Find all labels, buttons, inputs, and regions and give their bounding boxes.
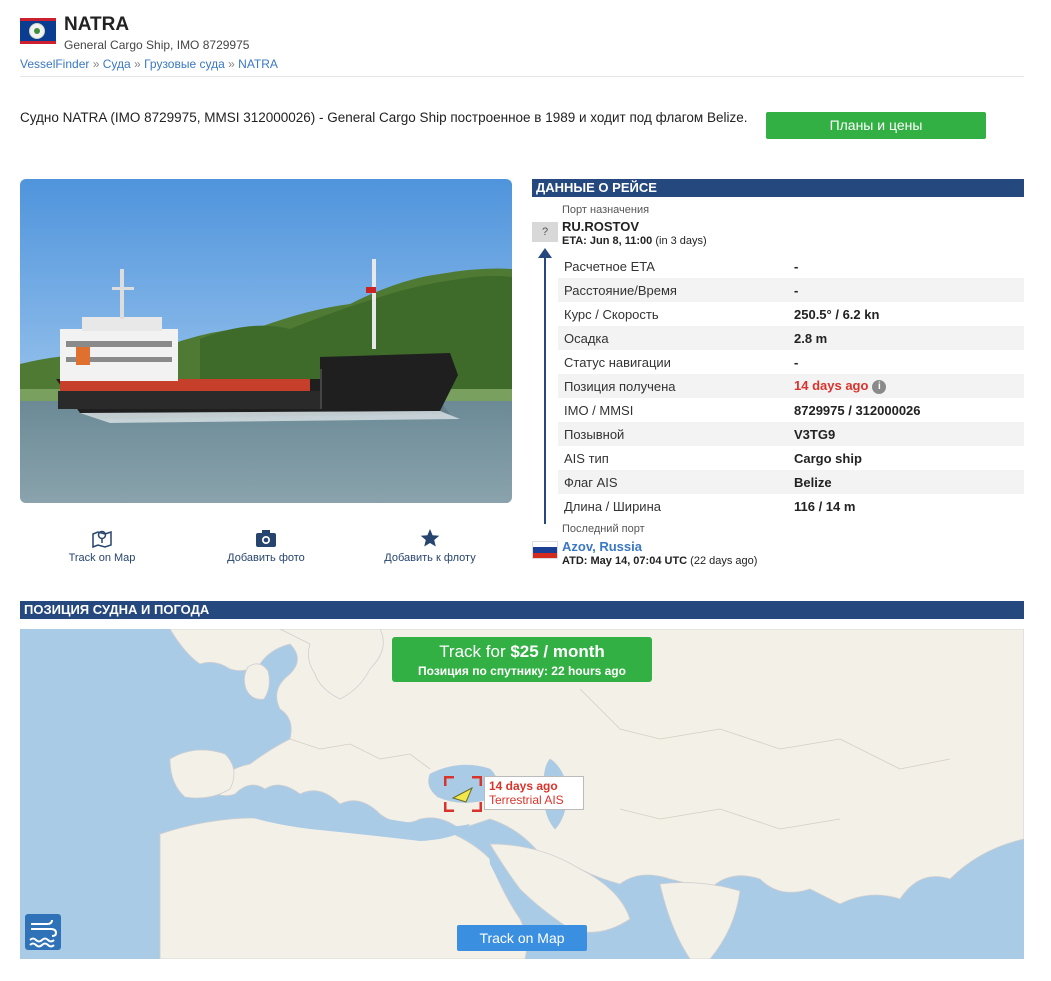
destination-eta: ETA: Jun 8, 11:00 (in 3 days) — [562, 235, 707, 247]
marker-age: 14 days ago — [489, 779, 558, 793]
add-to-fleet-action[interactable]: Добавить к флоту — [370, 528, 490, 564]
breadcrumb: VesselFinder » Суда » Грузовые суда » NA… — [20, 57, 278, 71]
row-label: Осадка — [558, 326, 794, 350]
breadcrumb-vessels[interactable]: Суда — [103, 57, 131, 71]
atd-value: ATD: May 14, 07:04 UTC — [562, 555, 688, 567]
map-section-header: ПОЗИЦИЯ СУДНА И ПОГОДА — [20, 601, 1024, 619]
breadcrumb-sep: » — [228, 57, 235, 71]
vessel-marker-label: 14 days ago Terrestrial AIS — [484, 776, 584, 810]
row-value: 250.5° / 6.2 kn — [794, 306, 880, 322]
vessel-subtitle: General Cargo Ship, IMO 8729975 — [64, 38, 250, 52]
map-marker-icon — [42, 528, 162, 549]
row-label: Позывной — [558, 422, 794, 446]
flag-russia-icon — [532, 541, 558, 559]
unknown-flag-icon: ? — [532, 222, 558, 242]
track-price: Track for $25 / month — [392, 637, 652, 662]
eta-value: ETA: Jun 8, 11:00 — [562, 235, 653, 247]
breadcrumb-current[interactable]: NATRA — [238, 57, 278, 71]
track-on-map-action[interactable]: Track on Map — [42, 528, 162, 564]
vessel-name: NATRA — [64, 14, 130, 35]
plans-pricing-button[interactable]: Планы и цены — [766, 112, 986, 139]
breadcrumb-vesselfinder[interactable]: VesselFinder — [20, 57, 89, 71]
destination-port: RU.ROSTOV — [562, 219, 640, 234]
table-row: Позывной V3TG9 — [558, 422, 1024, 446]
row-value: - — [794, 258, 799, 274]
row-value: 8729975 / 312000026 — [794, 402, 921, 418]
table-row: Позиция получена 14 days ago i — [558, 374, 1024, 398]
table-row: Статус навигации - — [558, 350, 1024, 374]
row-label: Курс / Скорость — [564, 306, 659, 322]
table-row: Осадка 2.8 m — [558, 326, 1024, 350]
row-label: Расстояние/Время — [558, 278, 794, 302]
row-value: 14 days ago i — [794, 374, 1024, 398]
voyage-data-table: Расчетное ETA - Расстояние/Время - Курс / … — [558, 254, 1024, 518]
weather-layer-button[interactable] — [25, 914, 61, 950]
row-value: V3TG9 — [794, 422, 1024, 446]
breadcrumb-sep: » — [134, 57, 141, 71]
row-label: Флаг AIS — [558, 470, 794, 494]
add-photo-label: Добавить фото — [227, 552, 305, 564]
row-value: - — [794, 278, 1024, 302]
track-price-prefix: Track for — [439, 642, 506, 661]
breadcrumb-cargo-vessels[interactable]: Грузовые суда — [144, 57, 225, 71]
table-row: Длина / Ширина 116 / 14 m — [558, 494, 1024, 518]
row-label: Позиция получена — [558, 374, 794, 398]
table-row: Курс / Скорость 250.5° / 6.2 kn — [558, 302, 1024, 326]
row-value: Cargo ship — [794, 450, 862, 466]
ship-photo — [20, 179, 512, 503]
atd-relative: (22 days ago) — [690, 555, 758, 567]
breadcrumb-sep: » — [92, 57, 100, 71]
add-to-fleet-label: Добавить к флоту — [384, 552, 476, 564]
row-label: Расчетное ETA — [564, 258, 655, 274]
track-on-map-button[interactable]: Track on Map — [457, 925, 587, 951]
weather-wind-icon — [29, 919, 58, 948]
row-label: IMO / MMSI — [564, 402, 634, 418]
marker-source: Terrestrial AIS — [489, 793, 564, 807]
row-value: 116 / 14 m — [794, 498, 856, 514]
add-photo-action[interactable]: Добавить фото — [206, 528, 326, 564]
flag-belize-icon — [20, 18, 56, 44]
track-on-map-label: Track on Map — [68, 552, 136, 564]
table-row: AIS тип Cargo ship — [558, 446, 1024, 470]
row-value: 2.8 m — [794, 326, 1024, 350]
eta-relative: (in 3 days) — [655, 235, 707, 247]
last-port-link[interactable]: Azov, Russia — [562, 539, 642, 554]
camera-icon — [206, 528, 326, 548]
row-label: AIS тип — [564, 450, 609, 466]
voyage-data-header: ДАННЫЕ О РЕЙСЕ — [532, 179, 1024, 197]
track-price-value: $25 / month — [510, 642, 605, 661]
row-label: Длина / Ширина — [564, 498, 661, 514]
row-label: Статус навигации — [564, 354, 671, 370]
info-icon[interactable]: i — [872, 379, 887, 394]
table-row: Флаг AIS Belize — [558, 470, 1024, 494]
star-icon — [370, 528, 490, 548]
position-age: 14 days ago — [794, 378, 869, 394]
table-row: Расчетное ETA - — [558, 254, 1024, 278]
row-value: Belize — [794, 470, 1024, 494]
row-value: - — [794, 354, 799, 370]
route-line — [544, 254, 546, 524]
last-port-label: Последний порт — [562, 523, 645, 535]
destination-label: Порт назначения — [562, 204, 650, 216]
vessel-description: Судно NATRA (IMO 8729975, MMSI 312000026… — [20, 110, 748, 125]
header-divider — [20, 76, 1024, 77]
satellite-position: Позиция по спутнику: 22 hours ago — [418, 664, 626, 678]
table-row: Расстояние/Время - — [558, 278, 1024, 302]
vessel-marker-icon[interactable] — [443, 775, 483, 813]
table-row: IMO / MMSI 8729975 / 312000026 — [558, 398, 1024, 422]
track-subscription-banner[interactable]: Track for $25 / month Позиция по спутник… — [392, 637, 652, 682]
last-port-atd: ATD: May 14, 07:04 UTC (22 days ago) — [562, 555, 757, 567]
